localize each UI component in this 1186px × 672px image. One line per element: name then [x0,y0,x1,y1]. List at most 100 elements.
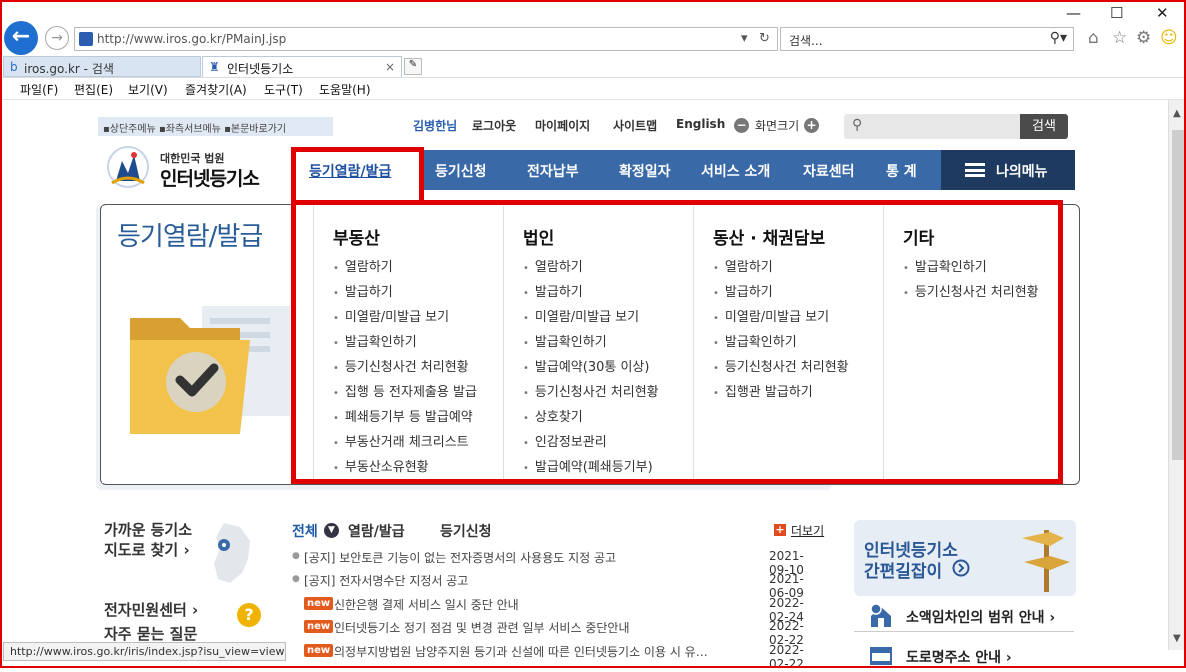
guide-title-line2: 간편길잡이 [864,562,943,582]
menu-view[interactable]: 보기(V) [128,81,168,98]
tab-label: iros.go.kr - 검색 [24,62,114,76]
address-url: http://www.iros.go.kr/PMainJ.jsp [97,32,287,46]
sitemap-link[interactable]: 사이트맵 [613,117,657,134]
user-name: 김병한님 [413,119,458,133]
minimize-icon[interactable]: — [1066,4,1081,22]
back-button[interactable]: ← [4,21,38,55]
scroll-down-icon[interactable]: ▼ [1173,633,1181,644]
menu-help[interactable]: 도움말(H) [319,81,371,98]
menu-tools[interactable]: 도구(T) [264,81,303,98]
arrow-circle-icon [952,559,970,577]
my-menu-label: 나의메뉴 [996,164,1048,180]
zoom-in-icon[interactable]: + [804,118,819,133]
plus-icon[interactable]: + [774,524,786,536]
notice-item[interactable]: new 신한은행 결제 서비스 일시 중단 안내 2022-02-24 [292,596,822,624]
near-office-link[interactable]: 가까운 등기소 [104,519,192,540]
browser-search-placeholder: 검색... [789,34,823,48]
notice-title: 신한은행 결제 서비스 일시 중단 안내 [334,598,519,612]
civil-center-link[interactable]: 전자민원센터 › [104,599,198,620]
gnb-data-center[interactable]: 자료센터 [803,161,855,181]
hero-title: 등기열람/발급 [117,222,263,252]
court-emblem-logo[interactable] [104,143,152,191]
address-dropdown-icon[interactable]: ▾ [741,31,748,46]
korea-map-icon [214,523,250,583]
search-icon: ⚲ [852,117,863,133]
tab-label: 인터넷등기소 [227,62,294,76]
notice-title: [공지] 보안토큰 기능이 없는 전자증명서의 사용용도 지정 공고 [304,551,617,565]
question-mark-icon: ? [237,603,261,627]
logo-title[interactable]: 인터넷등기소 [160,164,260,191]
menu-file[interactable]: 파일(F) [20,81,58,98]
search-icon[interactable]: ⚲▾ [1050,30,1067,46]
more-link[interactable]: 더보기 [791,522,824,539]
english-link[interactable]: English [676,117,725,131]
bullet-icon: ● [292,551,300,561]
notice-tab-all[interactable]: 전체 [292,521,318,541]
close-window-icon[interactable]: ✕ [1156,4,1169,22]
logout-link[interactable]: 로그아웃 [472,117,516,134]
smiley-feedback-icon[interactable]: ☺ [1160,28,1178,48]
gnb-electronic-payment[interactable]: 전자납부 [527,161,579,181]
home-icon[interactable]: ⌂ [1088,28,1099,48]
highlight-box-gnb-tab [291,147,424,205]
maximize-icon[interactable]: ☐ [1110,4,1123,22]
scroll-thumb[interactable] [1172,130,1184,460]
notice-date: 2022-02-22 [769,643,804,671]
notice-item[interactable]: new 인터넷등기소 정기 점검 및 변경 관련 일부 서비스 중단안내 202… [292,619,822,647]
new-badge: new [304,620,334,633]
folder-check-icon [130,306,290,434]
faq-link[interactable]: 자주 묻는 질문 [104,623,197,644]
notice-tab-view-issue[interactable]: 열람/발급 [348,521,405,541]
menu-edit[interactable]: 편집(E) [74,81,113,98]
side-row-label: 도로명주소 안내 › [906,650,1012,666]
new-badge: new [304,644,334,657]
my-menu-button[interactable]: 나의메뉴 [941,150,1075,190]
chevron-down-icon[interactable]: ▼ [324,523,339,538]
skip-links[interactable]: ▪상단주메뉴 ▪좌측서브메뉴 ▪본문바로가기 [98,117,333,136]
road-sign-icon [870,647,892,665]
zoom-out-icon[interactable]: − [734,118,749,133]
address-bar[interactable]: http://www.iros.go.kr/PMainJ.jsp ▾ ↻ [74,27,778,51]
tab-search[interactable]: b iros.go.kr - 검색 [3,56,201,77]
tab-iros[interactable]: ♜ 인터넷등기소 × [202,56,402,77]
site-search-button[interactable]: 검색 [1020,114,1068,139]
signpost-icon [1022,530,1070,592]
gnb-registry-application[interactable]: 등기신청 [435,161,487,181]
font-size-label: 화면크기 [755,119,800,133]
house-icon [870,603,891,627]
notice-title: 의정부지방법원 남양주지원 등기과 신설에 따른 인터넷등기소 이용 시 유… [334,645,708,659]
new-badge: new [304,597,334,610]
gnb-service-intro[interactable]: 서비스 소개 [701,161,770,181]
hamburger-icon [965,163,985,177]
notice-item[interactable]: new 의정부지방법원 남양주지원 등기과 신설에 따른 인터넷등기소 이용 시… [292,643,822,671]
highlight-box-dropdown [291,200,1063,484]
favorites-star-icon[interactable]: ☆ [1112,28,1127,48]
gear-icon[interactable]: ⚙ [1136,28,1151,48]
side-row-label: 소액임차인의 범위 안내 › [906,610,1056,626]
vertical-scrollbar[interactable]: ▲ ▼ [1168,100,1186,650]
site-favicon [79,32,93,46]
gnb-statistics[interactable]: 통 계 [886,161,917,181]
site-search-input[interactable]: ⚲ [844,114,1020,139]
iros-favicon: ♜ [209,60,220,74]
notice-tab-application[interactable]: 등기신청 [440,521,492,541]
map-search-link[interactable]: 지도로 찾기 › [104,539,190,560]
bing-icon: b [10,60,18,74]
browser-search-box[interactable]: 검색... ⚲▾ [780,27,1074,51]
menu-favorites[interactable]: 즐겨찾기(A) [185,81,247,98]
tab-close-icon[interactable]: × [385,60,395,74]
menu-bar: 파일(F) 편집(E) 보기(V) 즐겨찾기(A) 도구(T) 도움말(H) [0,78,1186,100]
notice-title: [공지] 전자서명수단 지정서 공고 [304,574,469,588]
notice-item[interactable]: ● [공지] 전자서명수단 지정서 공고 2021-06-09 [292,572,822,600]
scroll-up-icon[interactable]: ▲ [1173,108,1181,119]
forward-button[interactable]: → [45,26,69,50]
bullet-icon: ● [292,574,300,584]
refresh-icon[interactable]: ↻ [759,31,770,46]
gnb-fixed-date[interactable]: 확정일자 [619,161,671,181]
notice-title: 인터넷등기소 정기 점검 및 변경 관련 일부 서비스 중단안내 [334,621,630,635]
new-tab-button[interactable]: ✎ [404,58,422,75]
mypage-link[interactable]: 마이페이지 [535,117,590,134]
status-bar-url: http://www.iros.go.kr/iris/index.jsp?isu… [3,642,286,661]
notice-item[interactable]: ● [공지] 보안토큰 기능이 없는 전자증명서의 사용용도 지정 공고 202… [292,549,822,577]
small-tenant-guide-link[interactable]: 소액임차인의 범위 안내 › [854,602,1074,632]
